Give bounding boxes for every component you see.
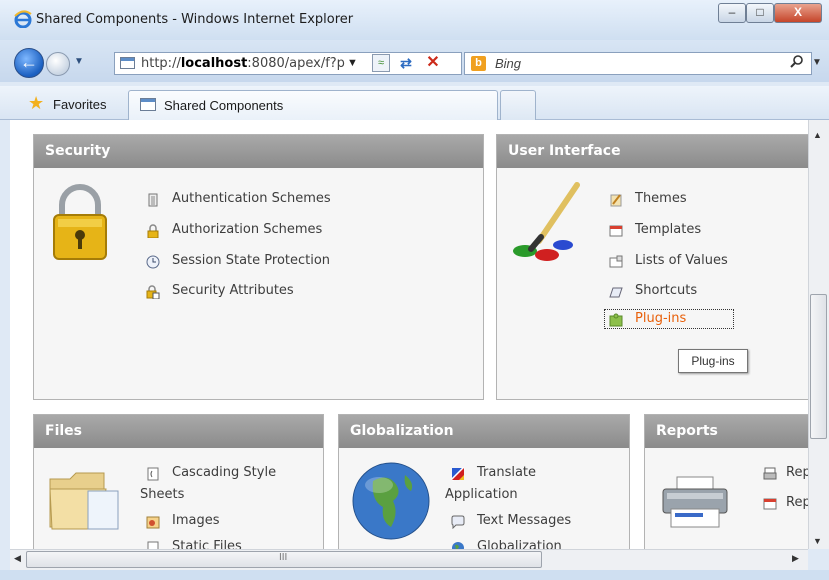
globalization-panel: Globalization Translate Application Text…	[338, 414, 630, 549]
cascading-style-sheets-link-wrap[interactable]: Sheets	[140, 487, 184, 502]
paintbrush-palette-icon	[513, 182, 580, 261]
refresh-icon[interactable]: ⇄	[397, 54, 415, 72]
authorization-lock-icon	[147, 224, 159, 238]
shortcuts-link[interactable]: Shortcuts	[635, 283, 697, 298]
ie-logo-icon	[14, 10, 32, 28]
stop-icon[interactable]: ✕	[424, 54, 442, 72]
address-url[interactable]: http://localhost:8080/apex/f?p	[141, 56, 345, 71]
security-panel-title: Security	[34, 135, 483, 168]
images-link[interactable]: Images	[172, 513, 220, 528]
window-title: Shared Components - Windows Internet Exp…	[36, 12, 354, 27]
static-files-icon	[147, 541, 159, 549]
compatibility-view-icon[interactable]: ≈	[372, 54, 390, 72]
translate-application-link[interactable]: Translate	[477, 465, 536, 480]
css-file-icon	[147, 467, 159, 481]
themes-link[interactable]: Themes	[635, 191, 687, 206]
globalization-attributes-icon	[452, 542, 464, 549]
security-attributes-icon	[146, 285, 160, 299]
authentication-schemes-link[interactable]: Authentication Schemes	[172, 191, 331, 206]
files-panel: Files Cascading Style Sheets Images Stat…	[33, 414, 324, 549]
tab-label[interactable]: Shared Components	[164, 98, 283, 113]
report-queries-icon	[763, 467, 777, 480]
security-attributes-link[interactable]: Security Attributes	[172, 283, 294, 298]
window-bottom-frame	[0, 570, 829, 580]
favorites-button[interactable]: Favorites	[53, 97, 106, 112]
scroll-right-arrow-icon[interactable]: ▶	[792, 553, 799, 564]
plug-ins-link[interactable]: Plug-ins	[635, 311, 686, 326]
bing-icon: b	[471, 56, 486, 71]
printer-icon	[662, 476, 728, 528]
text-messages-icon	[451, 515, 465, 529]
plug-ins-puzzle-icon	[609, 313, 623, 327]
templates-link[interactable]: Templates	[635, 222, 701, 237]
page-icon	[120, 57, 135, 69]
search-icon[interactable]	[790, 54, 804, 68]
tab-page-icon	[140, 98, 156, 111]
report-layouts-link[interactable]: Rep	[786, 495, 808, 510]
address-dropdown-icon[interactable]: ▼	[347, 57, 358, 69]
session-state-protection-link[interactable]: Session State Protection	[172, 253, 330, 268]
forward-button[interactable]	[46, 52, 70, 76]
reports-panel-title: Reports	[645, 415, 808, 448]
page-content: Security Authentication Schemes Authoriz…	[10, 120, 808, 549]
user-interface-panel: User Interface Themes Templates Lists of…	[496, 134, 808, 400]
scroll-left-arrow-icon[interactable]: ◀	[14, 553, 21, 564]
images-icon	[146, 516, 160, 529]
close-button[interactable]: X	[774, 3, 822, 23]
report-queries-link[interactable]: Rep	[786, 465, 808, 480]
new-tab-button[interactable]	[500, 90, 536, 120]
globalization-panel-title: Globalization	[339, 415, 629, 448]
files-panel-title: Files	[34, 415, 323, 448]
scroll-down-arrow-icon[interactable]: ▼	[813, 536, 822, 546]
themes-icon	[610, 194, 622, 207]
back-button[interactable]: ←	[14, 48, 44, 78]
report-layouts-icon	[763, 498, 777, 510]
user-interface-panel-title: User Interface	[497, 135, 808, 168]
static-files-link[interactable]: Static Files	[172, 539, 242, 549]
cascading-style-sheets-link[interactable]: Cascading Style	[172, 465, 276, 480]
scroll-grip: III	[279, 552, 288, 563]
favorites-star-icon[interactable]: ★	[28, 94, 44, 112]
translate-application-link-wrap[interactable]: Application	[445, 487, 518, 502]
search-options-dropdown-icon[interactable]: ▼	[812, 57, 822, 68]
plug-ins-tooltip: Plug-ins	[678, 349, 748, 373]
translate-flag-icon	[451, 467, 465, 481]
templates-icon	[609, 225, 623, 237]
globe-icon	[352, 462, 430, 540]
globalization-attributes-link[interactable]: Globalization	[477, 539, 562, 549]
maximize-button[interactable]: □	[746, 3, 774, 23]
security-panel: Security Authentication Schemes Authoriz…	[33, 134, 484, 400]
lists-of-values-link[interactable]: Lists of Values	[635, 253, 728, 268]
recent-pages-dropdown-icon[interactable]: ▼	[74, 56, 84, 67]
session-clock-icon	[146, 255, 160, 269]
vertical-scroll-thumb[interactable]	[810, 294, 827, 439]
padlock-icon	[53, 184, 107, 260]
minimize-button[interactable]: –	[718, 3, 746, 23]
scroll-up-arrow-icon[interactable]: ▲	[813, 130, 822, 140]
folder-icon	[49, 472, 119, 530]
lists-of-values-icon	[609, 255, 623, 268]
authentication-door-icon	[148, 193, 158, 207]
reports-panel: Reports Rep Rep	[644, 414, 808, 549]
text-messages-link[interactable]: Text Messages	[477, 513, 571, 528]
shortcuts-icon	[609, 287, 623, 298]
authorization-schemes-link[interactable]: Authorization Schemes	[172, 222, 322, 237]
search-input[interactable]: Bing	[495, 56, 521, 71]
